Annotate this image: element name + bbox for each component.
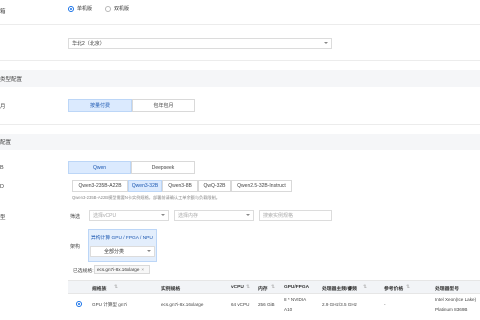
version-label: D	[0, 184, 4, 190]
chevron-down-icon	[324, 42, 328, 44]
version-qwen3-32b[interactable]: Qwen3-32B	[128, 180, 162, 192]
radio-selected-icon	[68, 5, 74, 12]
column-header-vcpu: vCPU	[231, 285, 244, 290]
instance-type-label: 型	[0, 215, 6, 221]
edition-label: 箱	[0, 9, 6, 15]
architecture-category-select[interactable]: 全部分类	[90, 246, 155, 257]
billing-mode-label: 月	[0, 104, 6, 110]
section-title-type: 类型配置	[0, 77, 23, 83]
cell-cpu-model-line2: Platinum 8369B	[435, 307, 468, 312]
model-hint: Qwen3-235B-A22B模型需要N卡实例规格，部署前请确认工单余额与负载限…	[72, 195, 220, 200]
vcpu-select[interactable]: 选择vCPU	[89, 210, 169, 221]
cell-cpu-model-line1: Intel Xeon(Ice Lake)	[435, 297, 477, 302]
cell-gpu-line1: 8 * NVIDIA	[284, 297, 307, 302]
selected-spec-label: 已选规格:	[73, 269, 94, 274]
sort-icon[interactable]: ⇅	[246, 285, 250, 290]
search-placeholder: 搜索实例规格	[263, 213, 294, 219]
version-qwen25-32b-instruct[interactable]: Qwen2.5-32B-Instruct	[231, 180, 292, 192]
version-qwq-32b[interactable]: QwQ-32B	[198, 180, 231, 192]
model-button-deepseek[interactable]: Deepseek	[131, 161, 195, 174]
edition-radio-single[interactable]: 单机版	[68, 5, 92, 12]
chevron-down-icon	[246, 214, 250, 216]
vcpu-placeholder: 选择vCPU	[93, 213, 117, 219]
cell-vcpu: 64 vCPU	[231, 302, 250, 307]
sort-icon[interactable]: ⇅	[114, 285, 118, 290]
cell-spec: ecs.gn7i-8x.16xlarge	[161, 302, 204, 307]
table-row[interactable]	[68, 294, 480, 320]
cell-family: GPU 计算型 gn7i	[92, 302, 127, 307]
filter-label: 筛选	[70, 214, 81, 220]
architecture-option-heterogeneous[interactable]: 异构计算 GPU / FPGA / NPU	[91, 234, 153, 241]
memory-placeholder: 选择内存	[178, 213, 199, 219]
edition-radio-dual[interactable]: 双机版	[105, 5, 129, 12]
column-header-frequency: 处理器主频/睿频	[322, 287, 357, 292]
chevron-down-icon	[147, 250, 151, 252]
column-header-price: 参考价格	[384, 287, 404, 292]
cell-memory: 256 GiB	[258, 302, 275, 307]
region-select[interactable]: 华北2（北京）	[68, 38, 332, 49]
sort-icon[interactable]: ⇅	[363, 285, 367, 290]
edition-option-label: 单机版	[77, 6, 93, 12]
selected-spec-value: ecs.gn7i-8x.16xlarge	[97, 267, 140, 272]
pay-as-you-go-button[interactable]: 按量付费	[68, 99, 132, 112]
divider	[0, 60, 480, 61]
column-header-gpu: GPU/FPGA	[284, 285, 310, 290]
divider	[0, 24, 480, 25]
section-header-type	[0, 70, 480, 87]
chevron-down-icon	[161, 214, 165, 216]
architecture-category-value: 全部分类	[104, 249, 125, 255]
divider	[0, 124, 480, 125]
selected-spec-tag: ecs.gn7i-8x.16xlarge ×	[94, 265, 150, 274]
row-select-radio[interactable]	[76, 301, 82, 307]
memory-select[interactable]: 选择内存	[174, 210, 254, 221]
sort-icon[interactable]: ⇅	[271, 285, 275, 290]
version-qwen3-235b[interactable]: Qwen3-235B-A22B	[72, 180, 128, 192]
model-button-qwen[interactable]: Qwen	[68, 161, 131, 174]
column-header-family: 规格族	[92, 287, 107, 292]
column-header-cpu-model: 处理器型号	[435, 287, 459, 292]
sort-icon[interactable]: ⇅	[406, 285, 410, 290]
close-icon[interactable]: ×	[141, 267, 144, 272]
cell-gpu-line2: A10	[284, 307, 293, 312]
section-header-model	[0, 134, 480, 150]
architecture-label: 架构	[70, 244, 81, 250]
column-header-spec: 实例规格	[161, 287, 181, 292]
edition-option-label: 双机版	[114, 6, 130, 12]
model-label: B	[0, 165, 4, 171]
cell-price: -	[384, 302, 386, 307]
spec-search-input[interactable]: 搜索实例规格	[259, 210, 332, 221]
radio-unselected-icon	[105, 5, 111, 12]
region-select-value: 华北2（北京）	[72, 41, 105, 47]
subscription-button[interactable]: 包年包月	[132, 99, 195, 112]
column-header-memory: 内存	[258, 287, 268, 292]
version-qwen3-8b[interactable]: Qwen3-8B	[162, 180, 198, 192]
section-title-model: 配置	[0, 140, 12, 146]
cell-frequency: 2.9 GHz/3.5 GHz	[322, 302, 357, 307]
